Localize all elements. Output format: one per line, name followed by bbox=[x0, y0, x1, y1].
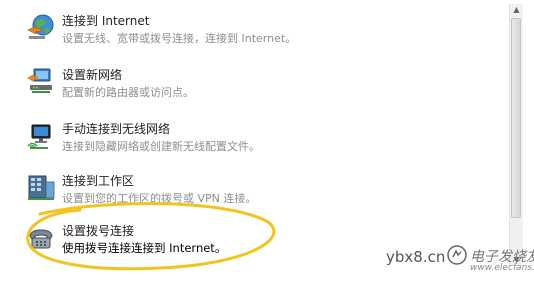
option-title: 设置拨号连接 bbox=[62, 224, 135, 238]
watermark: ybx8.cn 电子发烧友 www.elecfans.com bbox=[386, 240, 534, 280]
option-connect-workplace[interactable]: 连接到工作区 设置到您的工作区的拨号或 VPN 连接。 bbox=[26, 172, 496, 214]
option-setup-new-network[interactable]: 设置新网络 配置新的路由器或访问点。 bbox=[26, 66, 496, 108]
option-description: 设置无线、宽带或拨号连接，连接到 Internet。 bbox=[62, 32, 297, 45]
option-manual-wireless[interactable]: 手动连接到无线网络 连接到隐藏网络或创建新无线配置文件。 bbox=[26, 120, 496, 162]
option-description: 使用拨号连接连接到 Internet。 bbox=[62, 241, 227, 255]
option-title: 手动连接到无线网络 bbox=[62, 122, 171, 136]
watermark-logo-icon bbox=[446, 244, 468, 270]
option-title: 设置新网络 bbox=[62, 68, 123, 82]
option-title: 连接到 Internet bbox=[62, 14, 150, 28]
globe-network-icon bbox=[26, 12, 56, 42]
scrollbar-thumb[interactable] bbox=[511, 18, 521, 218]
vertical-scrollbar[interactable]: ▲ ▼ bbox=[509, 4, 523, 266]
connection-options-panel: 连接到 Internet 设置无线、宽带或拨号连接，连接到 Internet。 … bbox=[0, 0, 534, 288]
watermark-site: ybx8.cn bbox=[386, 248, 446, 266]
router-setup-icon bbox=[26, 66, 56, 96]
option-description: 设置到您的工作区的拨号或 VPN 连接。 bbox=[62, 192, 257, 205]
wireless-monitor-icon bbox=[26, 120, 56, 150]
option-description: 连接到隐藏网络或创建新无线配置文件。 bbox=[62, 140, 260, 153]
watermark-url: www.elecfans.com bbox=[470, 263, 534, 273]
option-title: 连接到工作区 bbox=[62, 174, 135, 188]
dialup-phone-icon bbox=[26, 222, 56, 252]
workplace-building-icon bbox=[26, 172, 56, 202]
scroll-up-arrow-icon[interactable]: ▲ bbox=[511, 4, 522, 15]
option-connect-internet[interactable]: 连接到 Internet 设置无线、宽带或拨号连接，连接到 Internet。 bbox=[26, 12, 496, 54]
option-description: 配置新的路由器或访问点。 bbox=[62, 86, 194, 99]
